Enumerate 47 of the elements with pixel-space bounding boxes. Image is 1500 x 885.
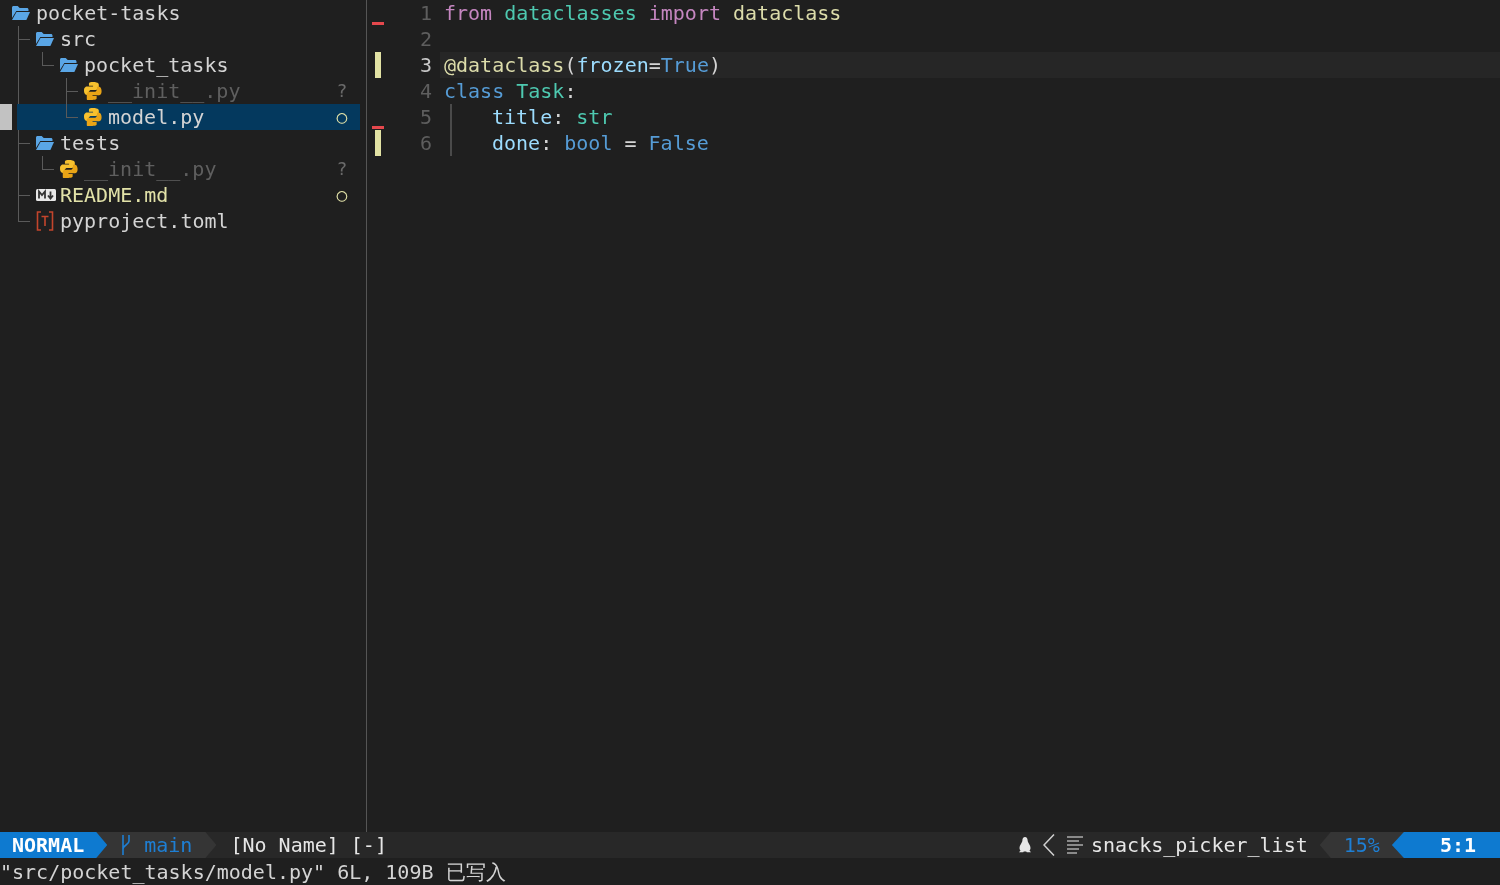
tree-item[interactable]: pocket-tasks bbox=[12, 0, 360, 26]
mode-indicator: NORMAL bbox=[0, 832, 108, 858]
file-name: pyproject.toml bbox=[60, 208, 229, 234]
code-line: done: bool = False bbox=[492, 130, 709, 156]
tree-item[interactable]: tests bbox=[12, 130, 360, 156]
tree-item[interactable]: src bbox=[12, 26, 360, 52]
branch-icon bbox=[120, 834, 133, 856]
code-line: class Task: bbox=[444, 78, 577, 104]
tree-item[interactable]: pyproject.toml bbox=[12, 208, 360, 234]
lines-icon bbox=[1067, 836, 1083, 854]
python-file-icon bbox=[84, 108, 102, 126]
chevron-icon bbox=[1043, 834, 1055, 856]
filetype-label: snacks_picker_list bbox=[1091, 832, 1308, 858]
buffer-status-text: [-] bbox=[350, 832, 387, 858]
git-status-mark: ○ bbox=[336, 105, 348, 129]
markdown-icon bbox=[36, 189, 56, 201]
cursor-position: 5:1 bbox=[1391, 832, 1500, 858]
code-line: title: str bbox=[492, 104, 613, 130]
python-file-icon bbox=[84, 82, 102, 100]
line-number: 5 bbox=[418, 104, 432, 130]
code-line: @dataclass(frozen=True) bbox=[444, 52, 721, 78]
file-name: __init__.py bbox=[84, 156, 217, 182]
line-number: 4 bbox=[418, 78, 432, 104]
cursor-marker-icon bbox=[0, 104, 12, 130]
file-name: model.py bbox=[108, 104, 205, 130]
git-status-mark: ? bbox=[336, 79, 348, 103]
git-status-mark: ? bbox=[336, 157, 348, 181]
python-file-icon bbox=[60, 160, 78, 178]
folder-name: tests bbox=[60, 130, 121, 156]
branch-name: main bbox=[144, 832, 193, 858]
bracket-t-icon bbox=[36, 211, 54, 231]
file-name: README.md bbox=[60, 182, 169, 208]
file-name: __init__.py bbox=[108, 78, 241, 104]
line-number: 6 bbox=[418, 130, 432, 156]
tree-item[interactable]: pocket_tasks bbox=[12, 52, 360, 78]
line-number: 1 bbox=[418, 0, 432, 26]
code-line: from dataclasses import dataclass bbox=[444, 0, 842, 26]
line-number: 3 bbox=[418, 52, 432, 78]
git-status-mark: ○ bbox=[336, 183, 348, 207]
line-number: 2 bbox=[418, 26, 432, 52]
folder-name: src bbox=[60, 26, 97, 52]
command-line-message: "src/pocket_tasks/model.py" 6L, 109B 已写入 bbox=[0, 858, 506, 885]
folder-name: pocket_tasks bbox=[84, 52, 229, 78]
tree-item[interactable]: README.md ○ bbox=[12, 182, 360, 208]
folder-name: pocket-tasks bbox=[36, 0, 181, 26]
penguin-icon bbox=[1019, 837, 1031, 853]
buffer-name: [No Name] bbox=[230, 832, 339, 858]
